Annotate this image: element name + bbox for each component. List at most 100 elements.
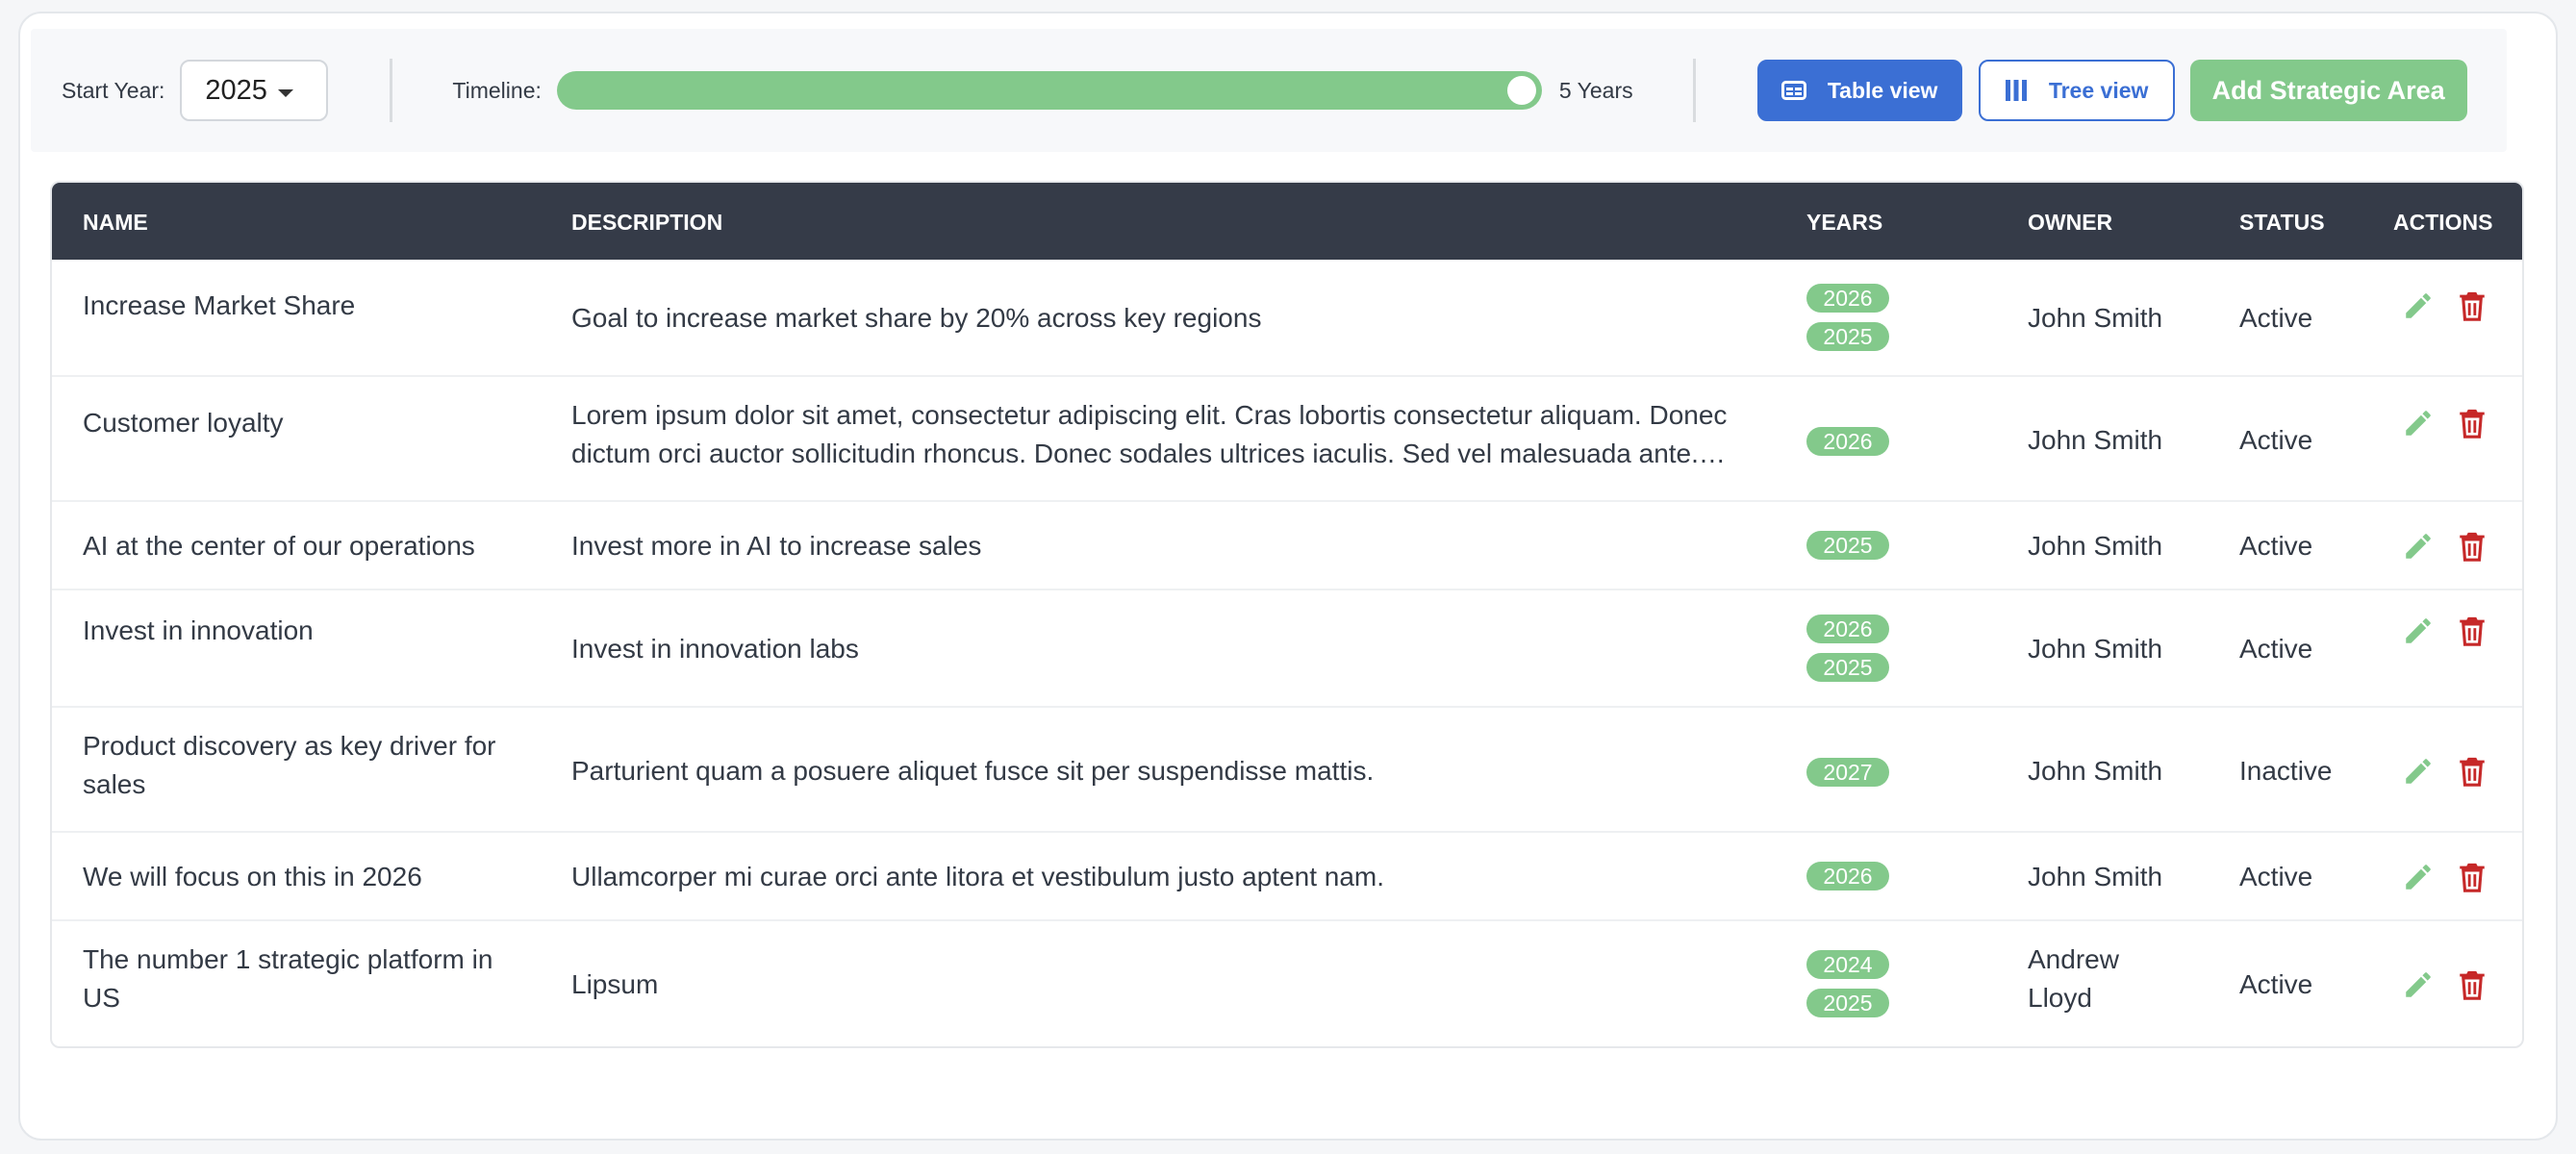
- row-years: 2027: [1806, 758, 1889, 787]
- delete-button[interactable]: [2453, 752, 2491, 790]
- pencil-icon: [2406, 618, 2431, 643]
- row-status: Active: [2239, 425, 2313, 455]
- header-status: STATUS: [2239, 210, 2325, 235]
- row-name: Product discovery as key driver for sale…: [83, 731, 496, 799]
- year-badge: 2026: [1806, 615, 1889, 643]
- toolbar: Start Year: 2025 Timeline: 5 Years Table…: [31, 29, 2507, 152]
- table-view-label: Table view: [1827, 77, 1938, 103]
- row-years: 2024 2025: [1806, 950, 1889, 1017]
- pencil-icon: [2406, 411, 2431, 436]
- table-row[interactable]: The number 1 strategic platform in US Lip…: [52, 921, 2522, 1046]
- trash-icon: [2460, 863, 2485, 892]
- row-name: Customer loyalty: [83, 408, 284, 438]
- row-name: Increase Market Share: [83, 290, 356, 320]
- row-owner: John Smith: [2028, 862, 2163, 891]
- year-badge: 2025: [1806, 653, 1889, 682]
- edit-button[interactable]: [2399, 404, 2437, 442]
- row-status: Inactive: [2239, 756, 2333, 786]
- row-name: The number 1 strategic platform in US: [83, 944, 493, 1013]
- table-row[interactable]: Increase Market Share Goal to increase ma…: [52, 260, 2522, 377]
- row-status: Active: [2239, 531, 2313, 561]
- edit-button[interactable]: [2399, 527, 2437, 565]
- table-row[interactable]: Product discovery as key driver for sale…: [52, 708, 2522, 833]
- header-owner: OWNER: [2028, 210, 2113, 235]
- delete-button[interactable]: [2453, 858, 2491, 896]
- year-badge: 2026: [1806, 862, 1889, 891]
- row-owner: John Smith: [2028, 303, 2163, 333]
- trash-icon: [2460, 291, 2485, 321]
- trash-icon: [2460, 757, 2485, 787]
- row-description: Lorem ipsum dolor sit amet, consectetur …: [571, 400, 1728, 468]
- header-years: YEARS: [1806, 210, 1883, 235]
- header-description: DESCRIPTION: [571, 210, 723, 235]
- year-badge: 2024: [1806, 950, 1889, 979]
- toolbar-divider: [1692, 59, 1696, 122]
- delete-button[interactable]: [2453, 612, 2491, 650]
- table-view-button[interactable]: Table view: [1756, 60, 1962, 121]
- columns-icon: [2005, 80, 2027, 101]
- pencil-icon: [2406, 534, 2431, 559]
- year-badge: 2025: [1806, 531, 1889, 560]
- year-badge: 2026: [1806, 284, 1889, 313]
- year-badge: 2026: [1806, 427, 1889, 456]
- row-description: Ullamcorper mi curae orci ante litora et…: [571, 862, 1385, 891]
- start-year-select[interactable]: 2025: [180, 60, 329, 121]
- row-owner: John Smith: [2028, 756, 2163, 786]
- delete-button[interactable]: [2453, 287, 2491, 325]
- table-icon: [1780, 81, 1806, 100]
- row-name: AI at the center of our operations: [83, 531, 475, 561]
- start-year-label: Start Year:: [62, 77, 165, 103]
- row-status: Active: [2239, 303, 2313, 333]
- pencil-icon: [2406, 865, 2431, 890]
- timeline-label: Timeline:: [452, 77, 542, 103]
- year-badge: 2025: [1806, 322, 1889, 351]
- trash-icon: [2460, 616, 2485, 646]
- table-row[interactable]: Invest in innovation Invest in innovation…: [52, 590, 2522, 708]
- table-header: NAME DESCRIPTION YEARS OWNER STATUS ACTI…: [52, 183, 2522, 260]
- row-years: 2025: [1806, 531, 1889, 560]
- toolbar-divider: [390, 59, 393, 122]
- delete-button[interactable]: [2453, 404, 2491, 442]
- row-name: Invest in innovation: [83, 615, 314, 645]
- row-owner: John Smith: [2028, 531, 2163, 561]
- row-description: Goal to increase market share by 20% acr…: [571, 303, 1262, 333]
- timeline-slider[interactable]: [556, 71, 1542, 110]
- delete-button[interactable]: [2453, 966, 2491, 1004]
- table-row[interactable]: We will focus on this in 2026 Ullamcorper…: [52, 833, 2522, 921]
- delete-button[interactable]: [2453, 527, 2491, 565]
- row-status: Active: [2239, 969, 2313, 999]
- tree-view-button[interactable]: Tree view: [1978, 60, 2175, 121]
- edit-button[interactable]: [2399, 752, 2437, 790]
- table-row[interactable]: Customer loyalty Lorem ipsum dolor sit am…: [52, 377, 2522, 502]
- row-years: 2026 2025: [1806, 284, 1889, 351]
- row-description: Invest more in AI to increase sales: [571, 531, 982, 561]
- row-years: 2026: [1806, 427, 1889, 456]
- strategic-areas-table: NAME DESCRIPTION YEARS OWNER STATUS ACTI…: [50, 181, 2524, 1048]
- edit-button[interactable]: [2399, 966, 2437, 1004]
- trash-icon: [2460, 532, 2485, 562]
- header-name: NAME: [83, 210, 148, 235]
- pencil-icon: [2406, 759, 2431, 784]
- row-owner: Andrew Lloyd: [2028, 944, 2119, 1013]
- caret-down-icon: [278, 89, 294, 97]
- trash-icon: [2460, 409, 2485, 439]
- timeline-slider-thumb[interactable]: [1506, 76, 1536, 105]
- start-year-value: 2025: [205, 74, 267, 106]
- row-description: Parturient quam a posuere aliquet fusce …: [571, 756, 1375, 786]
- add-strategic-area-button[interactable]: Add Strategic Area: [2189, 60, 2467, 121]
- year-badge: 2025: [1806, 989, 1889, 1017]
- pencil-icon: [2406, 972, 2431, 997]
- table-row[interactable]: AI at the center of our operations Invest…: [52, 502, 2522, 590]
- row-name: We will focus on this in 2026: [83, 862, 422, 891]
- edit-button[interactable]: [2399, 858, 2437, 896]
- row-years: 2026 2025: [1806, 615, 1889, 682]
- row-status: Active: [2239, 634, 2313, 664]
- edit-button[interactable]: [2399, 612, 2437, 650]
- pencil-icon: [2406, 293, 2431, 318]
- header-actions: ACTIONS: [2393, 210, 2493, 235]
- edit-button[interactable]: [2399, 287, 2437, 325]
- row-years: 2026: [1806, 862, 1889, 891]
- row-status: Active: [2239, 862, 2313, 891]
- year-badge: 2027: [1806, 758, 1889, 787]
- row-owner: John Smith: [2028, 425, 2163, 455]
